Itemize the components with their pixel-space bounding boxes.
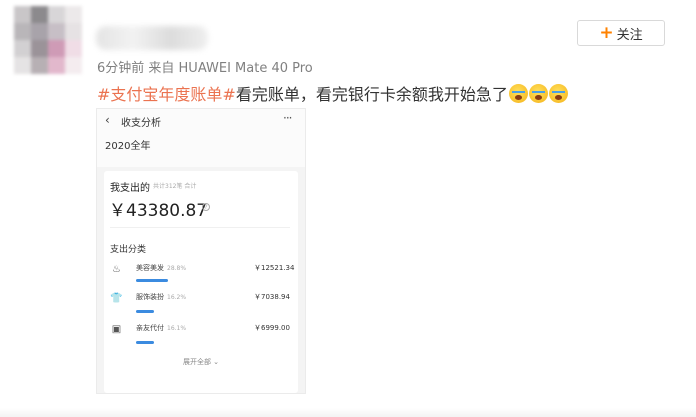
more-icon: ···	[283, 111, 293, 125]
category-name: 美容美发 28.8%	[136, 264, 187, 272]
expense-label: 我支出的	[110, 183, 150, 194]
category-bar	[136, 341, 154, 344]
category-value: ￥7038.94	[254, 293, 290, 301]
post-content: #支付宝年度账单# 看完账单，看完银行卡余额我开始急了	[97, 81, 568, 105]
screenshot-title: 收支分析	[121, 118, 161, 129]
category-value: ￥6999.00	[254, 324, 290, 332]
category-value: ￥12521.34	[254, 264, 295, 272]
follow-button[interactable]: + 关注	[577, 20, 665, 46]
avatar[interactable]	[14, 6, 82, 74]
expense-amount: ￥43380.87	[109, 201, 208, 221]
screenshot-header: ‹ 收支分析 ··· 2020全年	[97, 109, 305, 167]
category-bar	[136, 310, 154, 313]
category-pct: 16.1%	[167, 325, 187, 332]
attached-image[interactable]: ‹ 收支分析 ··· 2020全年 我支出的 共计312笔 合计 ￥43380.…	[96, 108, 306, 394]
help-icon: ?	[202, 203, 210, 211]
post-meta: 6分钟前 来自 HUAWEI Mate 40 Pro	[97, 61, 313, 76]
year-label: 2020全年	[105, 141, 151, 152]
category-bar	[136, 279, 168, 282]
crying-emoji-icon	[508, 83, 528, 103]
gift-icon: ▣	[111, 324, 122, 335]
back-icon: ‹	[105, 113, 110, 127]
crying-emoji-icon	[528, 83, 548, 103]
category-title: 支出分类	[110, 245, 147, 255]
divider	[0, 408, 696, 417]
crying-emoji-icon	[548, 83, 568, 103]
beauty-icon: ♨	[112, 264, 121, 275]
username-blurred[interactable]	[96, 26, 208, 50]
expense-card: 我支出的 共计312笔 合计 ￥43380.87 ? 支出分类 ♨ 美容美发 28…	[104, 171, 298, 393]
clothes-icon: 👕	[110, 293, 123, 304]
follow-label: 关注	[616, 27, 643, 43]
plus-icon: +	[599, 22, 614, 43]
category-name: 亲友代付 16.1%	[136, 324, 187, 332]
hashtag-link[interactable]: #支付宝年度账单#	[97, 81, 236, 105]
category-pct: 16.2%	[167, 294, 187, 301]
expense-count: 共计312笔 合计	[153, 183, 197, 190]
post-text: 看完账单，看完银行卡余额我开始急了	[235, 85, 508, 104]
expand-all-link[interactable]: 展开全部 ⌄	[104, 357, 298, 367]
divider	[110, 227, 290, 228]
category-pct: 28.8%	[167, 265, 187, 272]
category-name: 服饰装扮 16.2%	[136, 293, 187, 301]
